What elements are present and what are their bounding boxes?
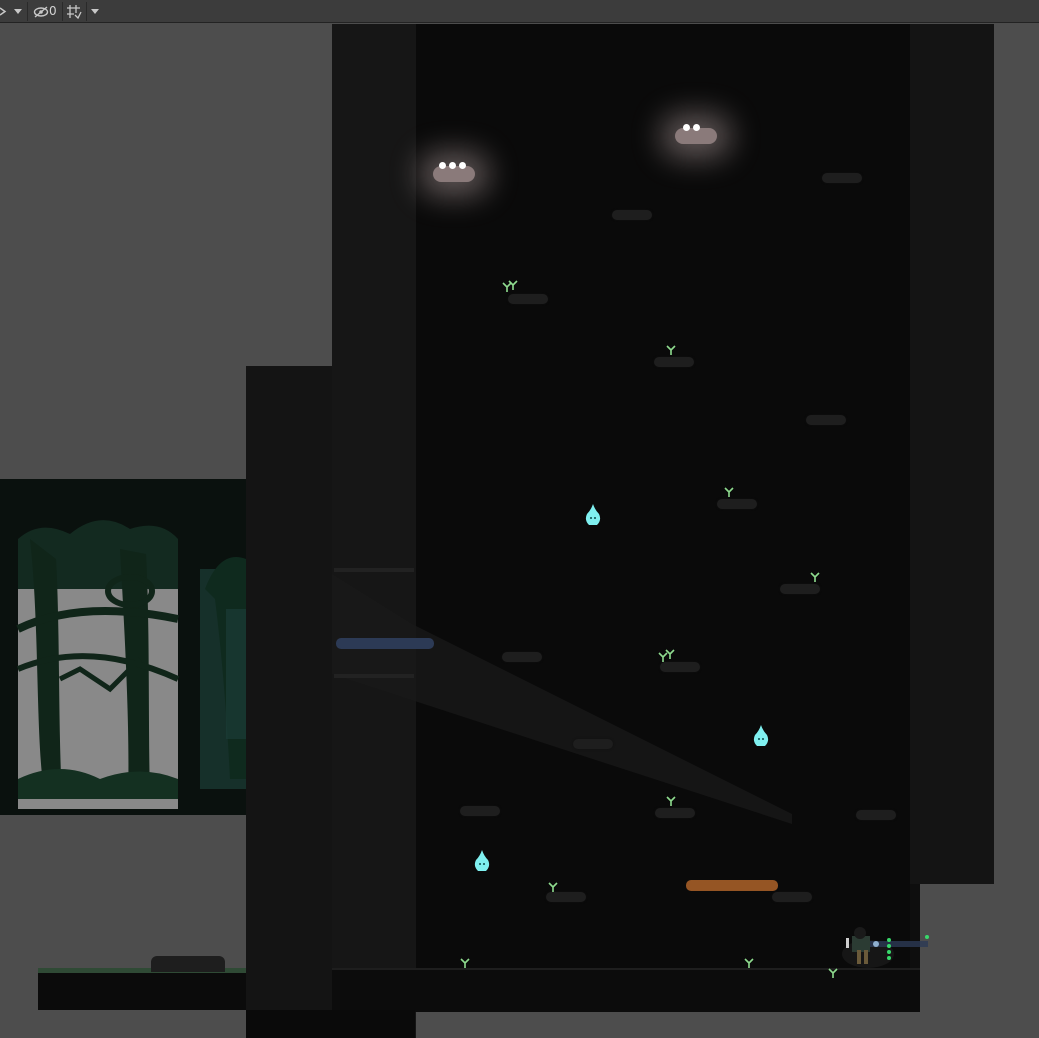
platform [502, 652, 542, 662]
forest-silhouette-art [0, 479, 246, 815]
sprout [828, 968, 838, 978]
sprout [666, 796, 676, 806]
platform [780, 584, 820, 594]
tree-trunk-left [332, 24, 416, 1038]
platform [654, 357, 694, 367]
platform [772, 892, 812, 902]
platform [546, 892, 586, 902]
sprout [666, 345, 676, 355]
glowing-nest [433, 162, 475, 182]
scene-viewport[interactable] [0, 24, 1039, 1038]
toolbar-divider [27, 2, 28, 21]
grid-snap-icon[interactable] [66, 3, 82, 20]
sprout [810, 572, 820, 582]
trunk-ledge [334, 674, 414, 678]
chevron-down-icon[interactable] [91, 9, 99, 14]
sprout [508, 280, 518, 290]
sprout [460, 958, 470, 968]
forest-background-panel [0, 479, 246, 815]
platform [856, 810, 896, 820]
tree-trunk-right [910, 24, 994, 884]
player-character[interactable] [838, 924, 934, 970]
lower-trunk-base [246, 1010, 415, 1038]
platform [573, 739, 613, 749]
trunk-ledge [334, 568, 414, 572]
spirit-wisp [585, 504, 601, 525]
sprout [665, 649, 675, 659]
platform [806, 415, 846, 425]
tree-stump [151, 956, 225, 972]
toolbar-divider [62, 2, 63, 21]
hidden-count: 0 [49, 4, 57, 18]
sprout [744, 958, 754, 968]
platform [508, 294, 548, 304]
chevron-down-icon[interactable] [14, 9, 22, 14]
tool-icon[interactable] [0, 3, 8, 20]
platform [612, 210, 652, 220]
orange-moving-platform [686, 880, 778, 891]
spirit-wisp [753, 725, 769, 746]
toolbar-divider [86, 2, 87, 21]
blue-moving-platform [336, 638, 434, 649]
visibility-hidden-icon[interactable] [33, 3, 49, 20]
light-beam [332, 574, 792, 824]
glowing-nest [675, 124, 717, 144]
platform [822, 173, 862, 183]
sprout [548, 882, 558, 892]
platform [460, 806, 500, 816]
tree-column-left [246, 366, 332, 1038]
spirit-wisp [474, 850, 490, 871]
sprout [724, 487, 734, 497]
scene-view-toolbar: 0 [0, 0, 1039, 23]
platform [717, 499, 757, 509]
platform [660, 662, 700, 672]
platform [655, 808, 695, 818]
